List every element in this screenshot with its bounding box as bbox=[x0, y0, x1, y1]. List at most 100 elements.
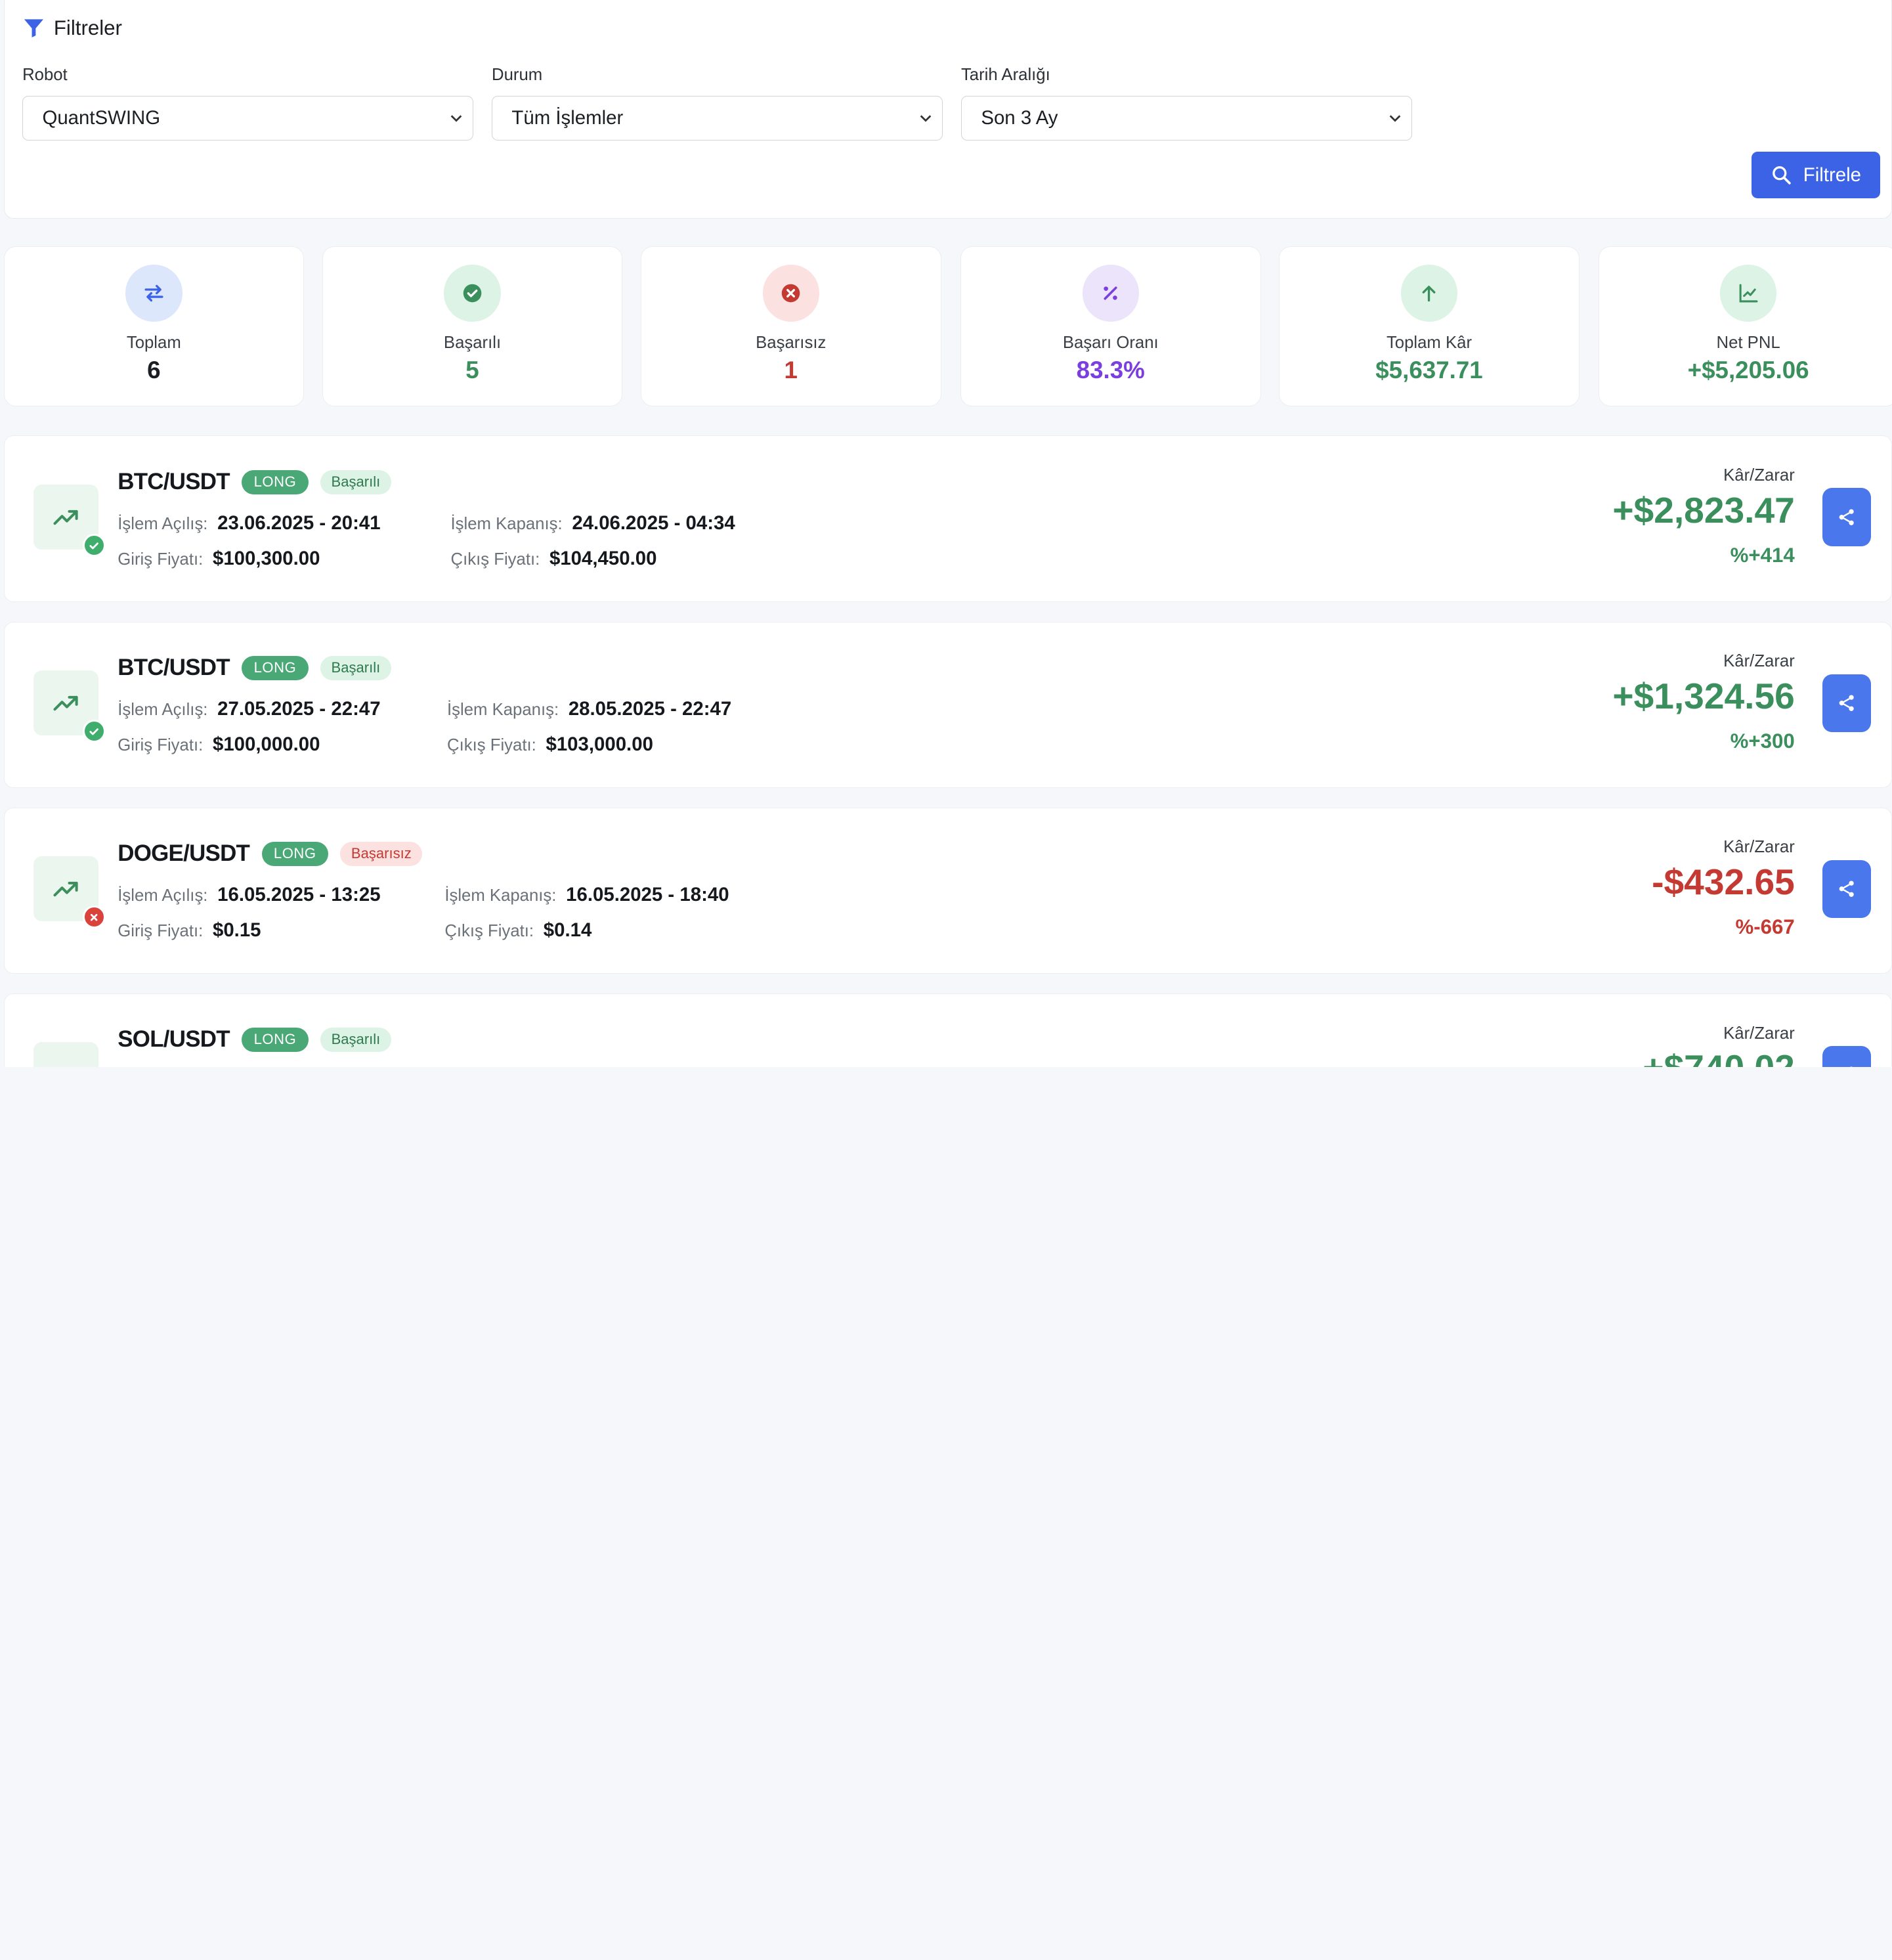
share-icon bbox=[1837, 1065, 1856, 1067]
close-time: İşlem Kapanış:28.05.2025 - 22:47 bbox=[447, 698, 731, 720]
share-icon bbox=[1837, 508, 1856, 527]
x-badge-icon bbox=[83, 905, 106, 928]
status-label: Durum bbox=[492, 66, 943, 85]
trend-up-icon bbox=[33, 485, 98, 550]
chevron-down-icon bbox=[918, 111, 933, 125]
filters-header: Filtreler bbox=[22, 16, 122, 40]
date-range-select-value: Son 3 Ay bbox=[981, 107, 1058, 129]
entry-price-value: $100,000.00 bbox=[213, 733, 320, 756]
trade-card: BTC/USDT LONG Başarılı İşlem Açılış:23.0… bbox=[4, 435, 1892, 602]
stat-label: Toplam Kâr bbox=[1279, 334, 1579, 353]
trade-header: SOL/USDT LONG Başarılı bbox=[118, 1026, 391, 1053]
filters-panel: Filtreler Robot QuantSWING Durum Tüm İşl… bbox=[4, 0, 1892, 219]
trend-up-icon bbox=[33, 670, 98, 735]
check-badge-icon bbox=[83, 534, 106, 557]
open-time-value: 16.05.2025 - 13:25 bbox=[217, 884, 380, 906]
pnl-value: +$2,823.47 bbox=[1612, 489, 1794, 531]
trade-card: BTC/USDT LONG Başarılı İşlem Açılış: 27.0… bbox=[4, 622, 1892, 789]
exit-price-label: Çıkış Fiyatı: bbox=[444, 922, 534, 941]
exit-price-value: $103,000.00 bbox=[546, 733, 653, 756]
share-button[interactable] bbox=[1822, 1046, 1871, 1067]
stat-net-pnl: Net PNL +$5,205.06 bbox=[1599, 246, 1892, 406]
open-time: İşlem Açılış: 23.06.2025 - 20:41 bbox=[118, 512, 380, 534]
close-time: İşlem Kapanış: 16.05.2025 - 18:40 bbox=[444, 884, 729, 906]
entry-price: Giriş Fiyatı: $100,300.00 bbox=[118, 548, 320, 570]
entry-price-value: $100,300.00 bbox=[213, 548, 320, 570]
stat-value: 83.3% bbox=[961, 357, 1260, 384]
chevron-down-icon bbox=[1388, 111, 1402, 125]
stat-value: 1 bbox=[641, 357, 941, 384]
entry-price-value: $0.15 bbox=[213, 919, 261, 942]
open-time-label: İşlem Açılış: bbox=[118, 701, 207, 720]
check-circle-icon bbox=[444, 265, 500, 321]
pnl-label: Kâr/Zarar bbox=[1723, 1024, 1795, 1043]
side-badge: LONG bbox=[262, 842, 328, 866]
trade-pair: DOGE/USDT bbox=[118, 840, 249, 867]
open-time: İşlem Açılış: 16.05.2025 - 13:25 bbox=[118, 884, 380, 906]
pnl-percent: %-667 bbox=[1735, 915, 1794, 939]
entry-price-label: Giriş Fiyatı: bbox=[118, 922, 203, 941]
robot-select[interactable]: QuantSWING bbox=[22, 96, 473, 141]
exit-price: Çıkış Fiyatı: $0.14 bbox=[444, 919, 591, 942]
arrows-swap-icon bbox=[125, 265, 182, 321]
pnl-value: +$740.02 bbox=[1643, 1047, 1794, 1066]
filter-button[interactable]: Filtrele bbox=[1752, 152, 1881, 199]
trade-history-page: Filtreler Robot QuantSWING Durum Tüm İşl… bbox=[0, 0, 1892, 1067]
entry-price-label: Giriş Fiyatı: bbox=[118, 550, 203, 569]
stat-label: Başarı Oranı bbox=[961, 334, 1260, 353]
open-time-label: İşlem Açılış: bbox=[118, 515, 207, 534]
open-time-value: 27.05.2025 - 22:47 bbox=[217, 698, 380, 720]
status-badge: Başarısız bbox=[340, 842, 422, 866]
exit-price-value: $104,450.00 bbox=[549, 548, 656, 570]
share-button[interactable] bbox=[1822, 488, 1871, 546]
stat-failed: Başarısız 1 bbox=[641, 246, 941, 406]
pnl-value: -$432.65 bbox=[1652, 861, 1795, 903]
stat-label: Toplam bbox=[5, 334, 304, 353]
open-time: İşlem Açılış: 27.05.2025 - 22:47 bbox=[118, 698, 380, 720]
close-time-label: İşlem Kapanış: bbox=[451, 515, 563, 534]
filter-button-label: Filtrele bbox=[1803, 164, 1861, 186]
date-range-select[interactable]: Son 3 Ay bbox=[961, 96, 1412, 141]
entry-price: Giriş Fiyatı: $100,000.00 bbox=[118, 733, 320, 756]
entry-price-label: Giriş Fiyatı: bbox=[118, 736, 203, 755]
chevron-down-icon bbox=[449, 111, 463, 125]
status-field: Durum Tüm İşlemler bbox=[492, 66, 943, 141]
stat-total: Toplam 6 bbox=[4, 246, 305, 406]
trade-header: BTC/USDT LONG Başarılı bbox=[118, 655, 391, 681]
robot-field: Robot QuantSWING bbox=[22, 66, 473, 141]
status-badge: Başarılı bbox=[320, 1028, 391, 1052]
share-button[interactable] bbox=[1822, 860, 1871, 918]
trade-pair: BTC/USDT bbox=[118, 655, 230, 681]
stat-value: 6 bbox=[5, 357, 304, 384]
pnl-label: Kâr/Zarar bbox=[1723, 652, 1795, 671]
check-badge-icon bbox=[83, 720, 106, 743]
status-badge: Başarılı bbox=[320, 656, 391, 680]
date-range-field: Tarih Aralığı Son 3 Ay bbox=[961, 66, 1412, 141]
share-button[interactable] bbox=[1822, 674, 1871, 732]
entry-price: Giriş Fiyatı: $0.15 bbox=[118, 919, 261, 942]
stat-value: +$5,205.06 bbox=[1599, 357, 1892, 384]
pnl-percent: %+300 bbox=[1731, 730, 1795, 753]
date-range-label: Tarih Aralığı bbox=[961, 66, 1412, 85]
stat-label: Başarılı bbox=[323, 334, 622, 353]
filter-icon bbox=[22, 16, 45, 39]
close-time-label: İşlem Kapanış: bbox=[444, 886, 556, 905]
status-select[interactable]: Tüm İşlemler bbox=[492, 96, 943, 141]
pnl-percent: %+414 bbox=[1731, 544, 1795, 567]
exit-price-label: Çıkış Fiyatı: bbox=[451, 550, 540, 569]
pnl-value: +$1,324.56 bbox=[1612, 675, 1794, 717]
search-icon bbox=[1771, 164, 1792, 186]
stat-label: Başarısız bbox=[641, 334, 941, 353]
trade-header: DOGE/USDT LONG Başarısız bbox=[118, 840, 422, 867]
exit-price-value: $0.14 bbox=[544, 919, 592, 942]
close-time-value: 16.05.2025 - 18:40 bbox=[566, 884, 729, 906]
open-time-label: İşlem Açılış: bbox=[118, 886, 207, 905]
exit-price: Çıkış Fiyatı:$103,000.00 bbox=[447, 733, 653, 756]
trade-card: DOGE/USDT LONG Başarısız İşlem Açılış: 16… bbox=[4, 808, 1892, 974]
status-select-value: Tüm İşlemler bbox=[511, 107, 623, 129]
stat-value: 5 bbox=[323, 357, 622, 384]
side-badge: LONG bbox=[242, 470, 308, 494]
open-time-value: 23.06.2025 - 20:41 bbox=[217, 512, 380, 534]
trade-pair: BTC/USDT bbox=[118, 469, 230, 495]
close-time-value: 24.06.2025 - 04:34 bbox=[572, 512, 735, 534]
